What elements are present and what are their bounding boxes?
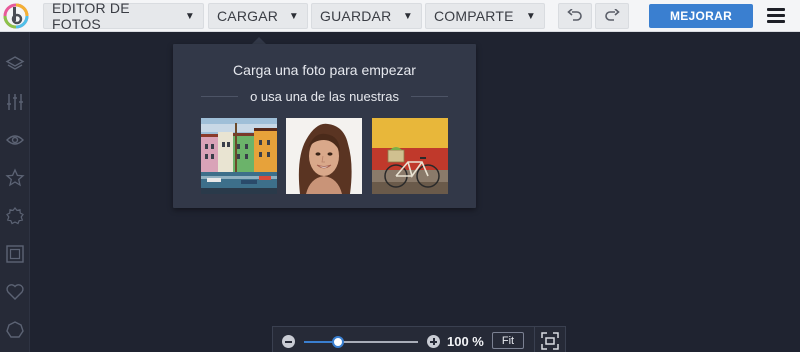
zoom-bar: 100 % Fit: [272, 326, 566, 352]
menu-editor[interactable]: EDITOR DE FOTOS ▼: [43, 0, 204, 32]
caret-down-icon: ▼: [525, 10, 536, 22]
caret-down-icon: ▼: [402, 10, 413, 22]
zoom-level: 100 %: [447, 334, 484, 349]
fit-button[interactable]: Fit: [492, 332, 524, 349]
zoom-slider-handle[interactable]: [332, 336, 345, 348]
menu-share[interactable]: COMPARTE ▼: [425, 3, 545, 29]
badge-icon[interactable]: [3, 204, 27, 228]
menu-upload[interactable]: CARGAR ▼: [208, 3, 308, 29]
sample-photo-bicycle[interactable]: [372, 118, 448, 194]
popup-subtitle-row: o usa una de las nuestras: [201, 88, 449, 104]
popup-title: Carga una foto para empezar: [233, 62, 416, 78]
fullscreen-icon[interactable]: [541, 332, 559, 350]
heart-icon[interactable]: [3, 280, 27, 304]
caret-down-icon: ▼: [184, 10, 195, 22]
hamburger-menu-icon[interactable]: [767, 8, 785, 24]
eye-icon[interactable]: [3, 128, 27, 152]
redo-icon: [605, 9, 620, 21]
sample-photo-portrait[interactable]: [286, 118, 362, 194]
menu-save-label: GUARDAR: [320, 8, 392, 24]
caret-down-icon: ▼: [288, 10, 299, 22]
undo-button[interactable]: [558, 3, 592, 29]
menu-upload-label: CARGAR: [217, 8, 279, 24]
enhance-button[interactable]: MEJORAR: [649, 4, 753, 28]
menu-editor-label: EDITOR DE FOTOS: [52, 0, 130, 32]
upload-popup: Carga una foto para empezar o usa una de…: [173, 44, 476, 208]
popup-subtitle: o usa una de las nuestras: [250, 88, 399, 104]
zoom-in-icon[interactable]: [427, 335, 440, 348]
redo-button[interactable]: [595, 3, 629, 29]
frame-icon[interactable]: [3, 242, 27, 266]
divider: [410, 95, 449, 97]
divider: [534, 327, 535, 352]
sample-photo-houses[interactable]: [201, 118, 277, 194]
sliders-icon[interactable]: [3, 90, 27, 114]
layers-icon[interactable]: [3, 52, 27, 76]
shape-icon[interactable]: [3, 318, 27, 342]
menu-share-label: COMPARTE: [434, 8, 514, 24]
app-logo[interactable]: [3, 3, 29, 29]
menu-save[interactable]: GUARDAR ▼: [311, 3, 422, 29]
zoom-out-icon[interactable]: [282, 335, 295, 348]
undo-icon: [567, 9, 582, 21]
tool-sidebar: [0, 32, 30, 352]
divider: [201, 95, 239, 97]
top-bar: EDITOR DE FOTOS ▼ CARGAR ▼ GUARDAR ▼ COM…: [0, 0, 800, 32]
star-icon[interactable]: [3, 166, 27, 190]
